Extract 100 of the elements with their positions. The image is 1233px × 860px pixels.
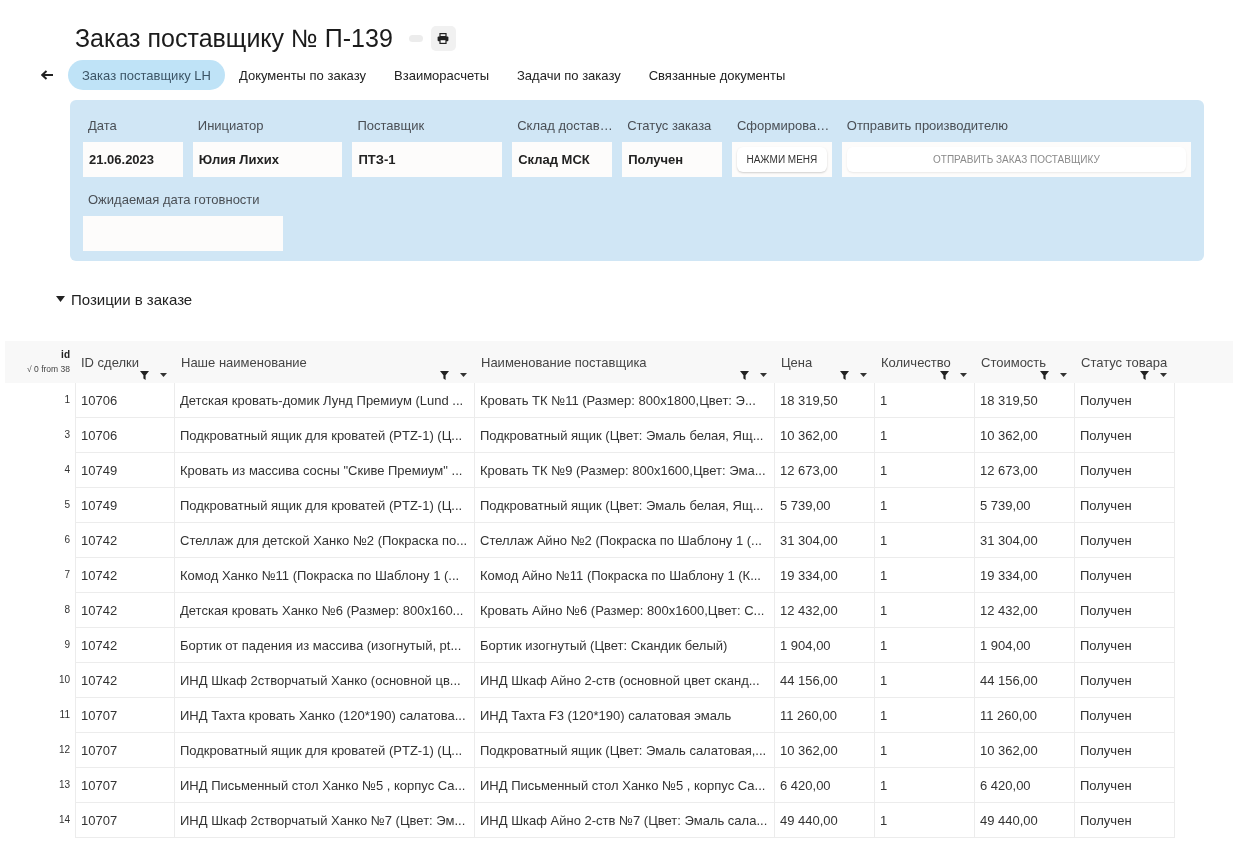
table-cell: 10707 — [75, 698, 175, 733]
tab[interactable]: Связанные документы — [634, 60, 800, 90]
table-cell: 1 — [875, 418, 975, 453]
table-cell: Получен — [1075, 383, 1175, 418]
table-cell: ИНД Шкаф 2створчатый Ханко №7 (Цвет: Эм... — [175, 803, 475, 838]
field-label: Сформирова… — [735, 118, 830, 134]
filter-icon[interactable] — [840, 371, 849, 380]
table-cell: Детская кровать-домик Лунд Премиум (Lund ... — [175, 383, 475, 418]
table-cell: 1 — [875, 453, 975, 488]
filter-icon[interactable] — [140, 371, 149, 380]
column-header: id — [61, 349, 70, 361]
column-header: Наименование поставщика — [481, 355, 647, 370]
table-cell: 49 440,00 — [975, 803, 1075, 838]
table-cell: 10707 — [75, 768, 175, 803]
input-field[interactable]: Склад МСК — [512, 142, 613, 177]
tab[interactable]: Задачи по заказу — [503, 60, 635, 90]
table-cell: 1 904,00 — [975, 628, 1075, 663]
action-button[interactable]: НАЖМИ МЕНЯ — [736, 147, 827, 172]
table-cell: 10742 — [75, 628, 175, 663]
input-field[interactable]: 21.06.2023 — [83, 142, 183, 177]
table-cell: Получен — [1075, 453, 1175, 488]
caret-down-icon[interactable] — [56, 296, 65, 302]
caret-down-icon[interactable] — [1060, 373, 1067, 377]
table-cell: 1 — [875, 558, 975, 593]
row-number: 8 — [64, 603, 70, 615]
input-field[interactable] — [83, 216, 283, 251]
table-cell: Получен — [1075, 593, 1175, 628]
table-cell: 10707 — [75, 803, 175, 838]
table-cell: Получен — [1075, 663, 1175, 698]
field-label: Дата — [87, 118, 117, 134]
table-cell: 11 260,00 — [775, 698, 875, 733]
print-button[interactable] — [430, 26, 456, 51]
table-cell: Комод Ханко №11 (Покраска по Шаблону 1 (... — [175, 558, 475, 593]
printer-icon — [437, 33, 450, 44]
field-label: Поставщик — [356, 118, 425, 134]
table-cell: 18 319,50 — [775, 383, 875, 418]
caret-down-icon[interactable] — [460, 373, 467, 377]
input-field[interactable]: Юлия Лихих — [192, 142, 343, 177]
table-cell: 49 440,00 — [775, 803, 875, 838]
tab[interactable]: Заказ поставщику LH — [68, 60, 225, 90]
table-cell: 1 — [875, 663, 975, 698]
row-number: 9 — [64, 638, 70, 650]
table-cell: 1 — [875, 488, 975, 523]
table-cell: 19 334,00 — [975, 558, 1075, 593]
table-cell: Комод Айно №11 (Покраска по Шаблону 1 (К... — [475, 558, 775, 593]
table-cell: 10749 — [75, 488, 175, 523]
table-cell: 10742 — [75, 593, 175, 628]
table-cell: 44 156,00 — [775, 663, 875, 698]
table-cell: Получен — [1075, 733, 1175, 768]
input-field[interactable]: ПТЗ-1 — [352, 142, 503, 177]
table-cell: 1 — [875, 698, 975, 733]
column-header: Количество — [881, 355, 951, 370]
table-cell: 1 904,00 — [775, 628, 875, 663]
table-cell: ИНД Тахта кровать Ханко (120*190) салатова... — [175, 698, 475, 733]
row-number: 6 — [64, 533, 70, 545]
table-cell: Получен — [1075, 768, 1175, 803]
caret-down-icon[interactable] — [160, 373, 167, 377]
field-label: Статус заказа — [626, 118, 712, 134]
caret-down-icon[interactable] — [960, 373, 967, 377]
filter-icon[interactable] — [940, 371, 949, 380]
table-cell: 10 362,00 — [775, 418, 875, 453]
column-header: Статус товара — [1081, 355, 1168, 370]
table-cell: 31 304,00 — [775, 523, 875, 558]
filter-icon[interactable] — [740, 371, 749, 380]
table-cell: 10742 — [75, 663, 175, 698]
row-number: 10 — [58, 673, 70, 685]
table-cell: ИНД Шкаф Айно 2-ств №7 (Цвет: Эмаль сала... — [475, 803, 775, 838]
caret-down-icon[interactable] — [760, 373, 767, 377]
table-cell: 10742 — [75, 558, 175, 593]
table-cell: 10707 — [75, 733, 175, 768]
filter-icon[interactable] — [1040, 371, 1049, 380]
row-number: 1 — [64, 393, 70, 405]
back-arrow-icon[interactable] — [41, 70, 53, 80]
table-cell: Подкроватный ящик (Цвет: Эмаль белая, Ящ... — [475, 418, 775, 453]
input-field[interactable]: Получен — [622, 142, 722, 177]
column-header: ID сделки — [81, 355, 140, 370]
row-number: 5 — [64, 498, 70, 510]
caret-down-icon[interactable] — [1160, 373, 1167, 377]
column-header: Стоимость — [981, 355, 1047, 370]
table-cell: 5 739,00 — [975, 488, 1075, 523]
column-header: Цена — [781, 355, 813, 370]
field-label: Отправить производителю — [845, 118, 1009, 134]
table-cell: 1 — [875, 523, 975, 558]
filter-icon[interactable] — [440, 371, 449, 380]
table-cell: 12 432,00 — [775, 593, 875, 628]
field-label: Ожидаемая дата готовности — [87, 192, 260, 208]
table-cell: 6 420,00 — [775, 768, 875, 803]
table-cell: ИНД Письменный стол Ханко №5 , корпус Са... — [475, 768, 775, 803]
tab[interactable]: Документы по заказу — [224, 60, 381, 90]
table-cell: Подкроватный ящик (Цвет: Эмаль белая, Ящ... — [475, 488, 775, 523]
table-cell: Получен — [1075, 628, 1175, 663]
table-cell: 31 304,00 — [975, 523, 1075, 558]
filter-icon[interactable] — [1140, 371, 1149, 380]
table-cell: 1 — [875, 768, 975, 803]
row-number: 3 — [64, 428, 70, 440]
caret-down-icon[interactable] — [860, 373, 867, 377]
tab[interactable]: Взаиморасчеты — [380, 60, 503, 90]
table-cell: Подкроватный ящик (Цвет: Эмаль салатовая,... — [475, 733, 775, 768]
table-cell: Подкроватный ящик для кроватей (PTZ-1) (Ц... — [175, 733, 475, 768]
field-label: Инициатор — [196, 118, 264, 134]
